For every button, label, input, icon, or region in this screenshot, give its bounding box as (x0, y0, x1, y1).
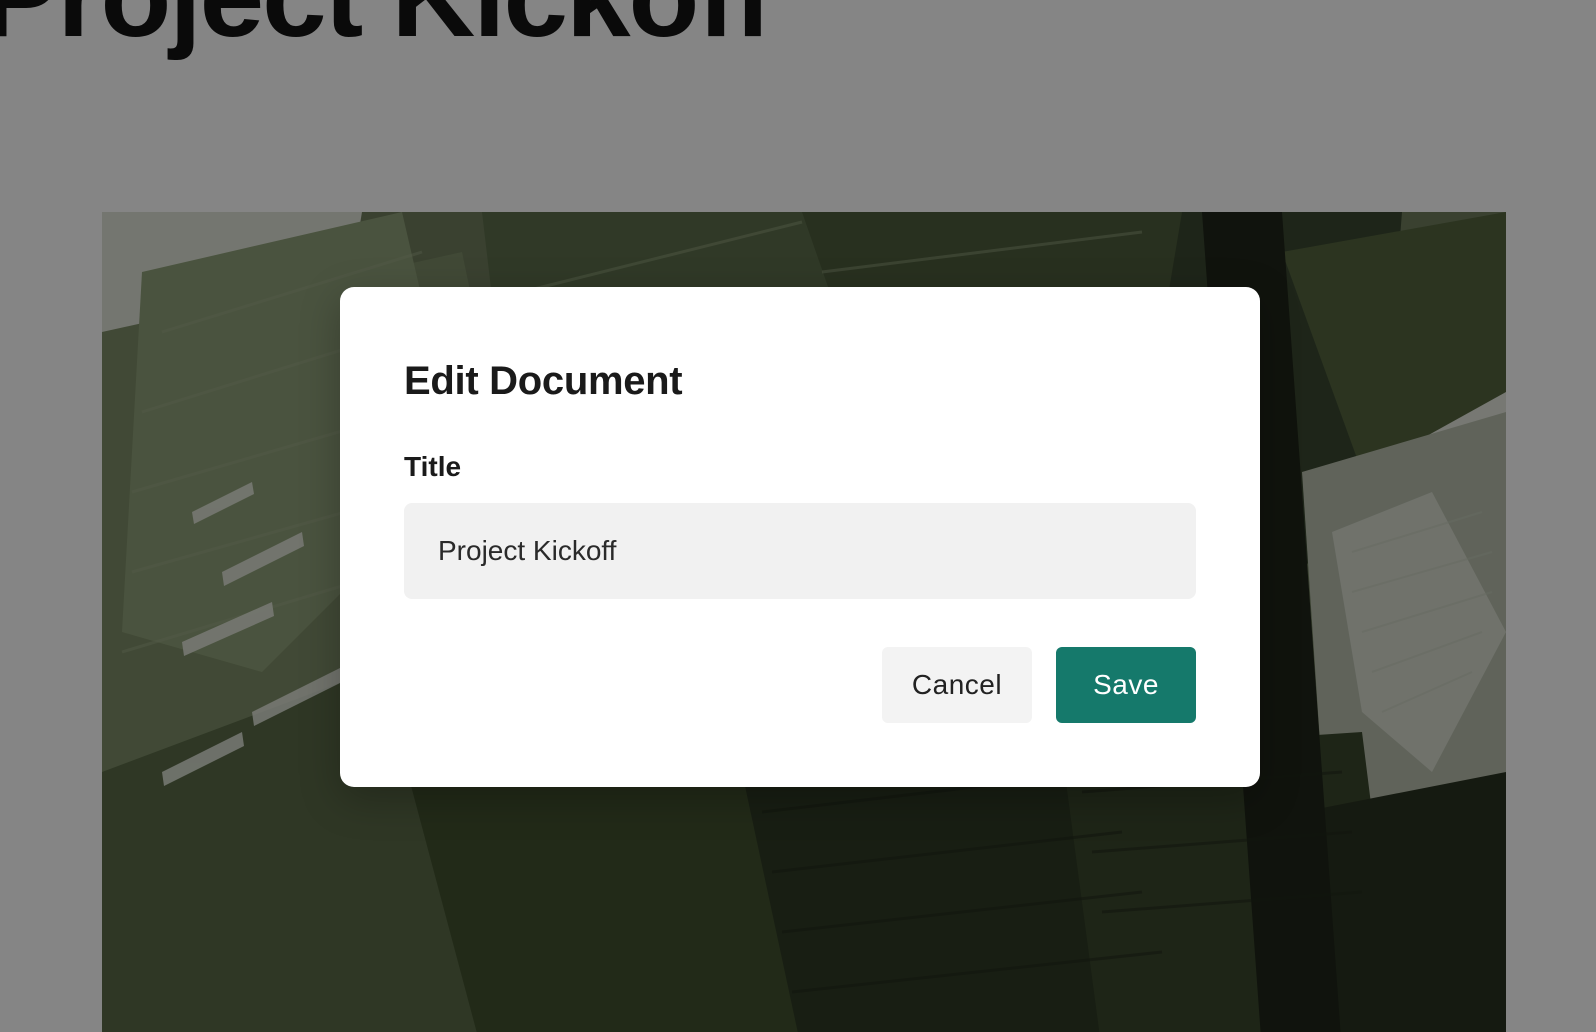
save-button[interactable]: Save (1056, 647, 1196, 723)
dialog-title: Edit Document (404, 359, 683, 403)
cancel-button[interactable]: Cancel (882, 647, 1032, 723)
edit-document-dialog: Edit Document Title Cancel Save (340, 287, 1260, 787)
title-input[interactable] (404, 503, 1196, 599)
document-page: Project Kickoff (0, 0, 1596, 1032)
title-field-label: Title (404, 451, 462, 482)
